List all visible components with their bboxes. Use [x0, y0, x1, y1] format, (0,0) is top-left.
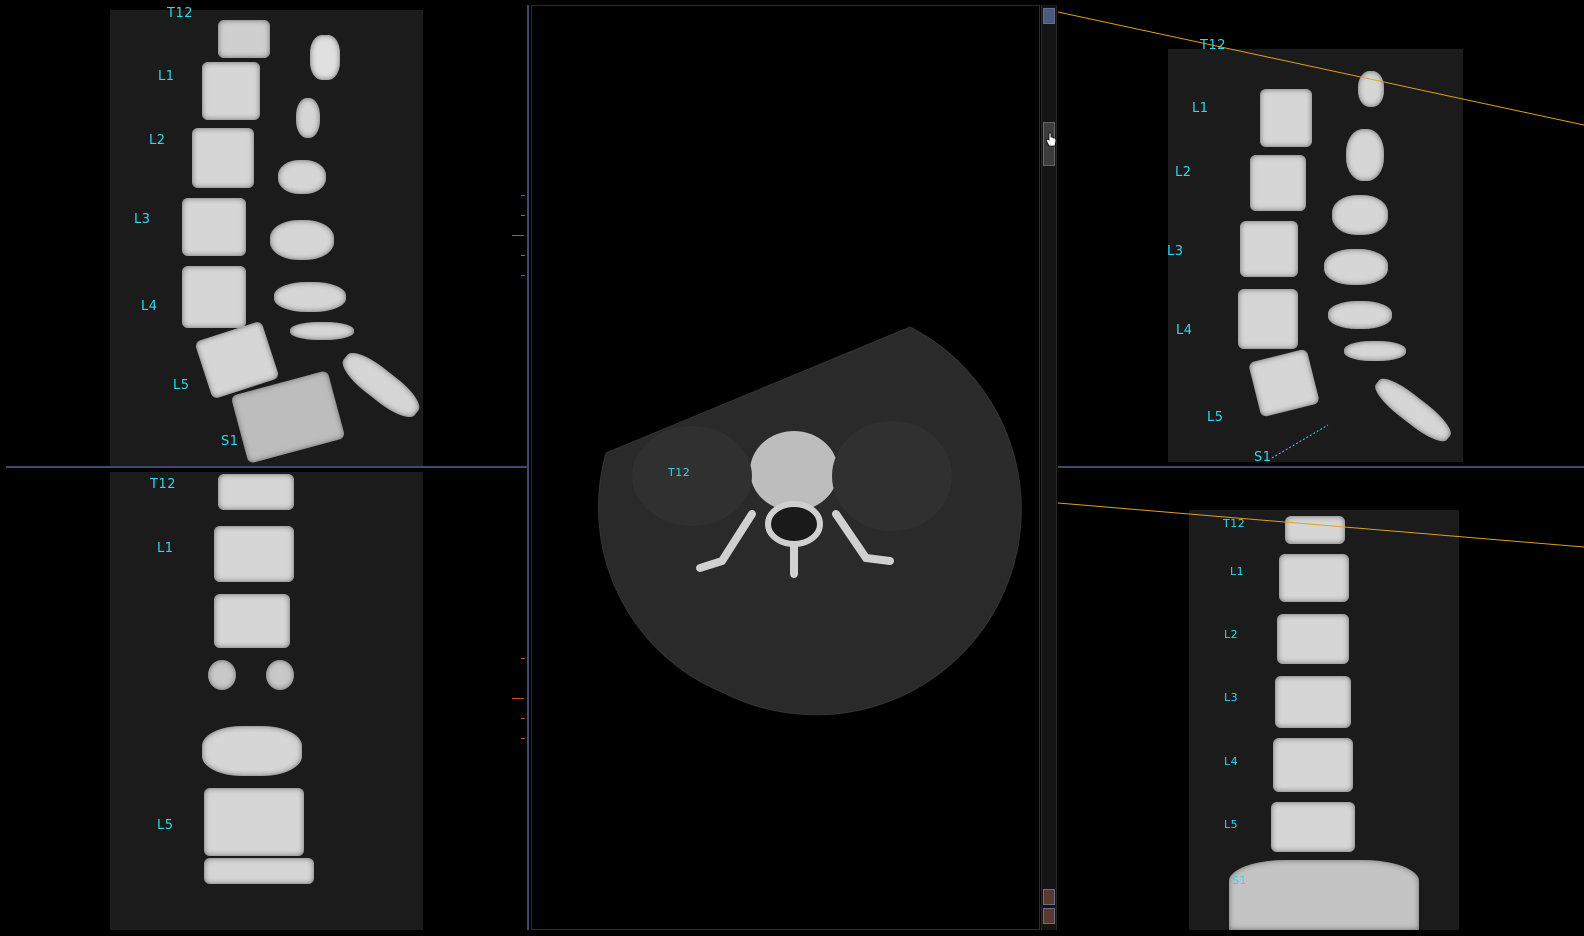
scale-tick [521, 275, 525, 276]
pane-divider[interactable] [527, 5, 529, 930]
vertebra-label-t12: T12 [1200, 38, 1226, 53]
vertebra-label-l4: L4 [141, 299, 158, 314]
viewport-coronal-left[interactable]: T12 L1 L5 [6, 468, 527, 930]
vertebra-label-s1: S1 [1254, 450, 1272, 465]
series-scrollbar[interactable] [1041, 5, 1057, 930]
reference-line [1058, 502, 1584, 548]
vertebra-label-t12: T12 [150, 477, 176, 492]
scale-tick [521, 658, 525, 659]
reference-line [1058, 11, 1584, 459]
scale-tick [512, 235, 524, 236]
scale-tick [521, 738, 525, 739]
scale-tick [512, 698, 524, 699]
vertebra-label-t12: T12 [668, 466, 691, 479]
vertebra-label-l5: L5 [1207, 410, 1224, 425]
vertebra-label-l4: L4 [1224, 755, 1239, 768]
scroll-up-down-icon[interactable] [1043, 8, 1055, 24]
viewport-sagittal-left[interactable]: T12 L1 L2 L3 L4 L5 S1 [6, 5, 527, 466]
ct-image-sagittal [110, 10, 426, 466]
vertebra-label-s1: S1 [1232, 874, 1247, 887]
vertebra-label-s1: S1 [221, 434, 239, 449]
scale-tick [521, 195, 525, 196]
vertebra-label-t12: T12 [167, 6, 193, 21]
vertebra-label-l2: L2 [1175, 165, 1192, 180]
vertebra-label-l5: L5 [157, 818, 174, 833]
vertebra-label-l1: L1 [1192, 101, 1209, 116]
vertebra-label-l3: L3 [134, 212, 151, 227]
hand-cursor-icon [1045, 132, 1057, 147]
vertebra-label-l5: L5 [1224, 818, 1239, 831]
vertebra-label-l5: L5 [173, 378, 190, 393]
scale-tick [521, 255, 525, 256]
layout-alt-icon[interactable] [1043, 908, 1055, 924]
layout-icon[interactable] [1043, 889, 1055, 905]
vertebra-label-l2: L2 [1224, 628, 1239, 641]
ct-image-axial [598, 326, 1022, 716]
vertebra-label-l4: L4 [1176, 323, 1193, 338]
viewport-coronal-right[interactable]: T12 L1 L2 L3 L4 L5 S1 [1058, 468, 1584, 930]
vertebra-label-l1: L1 [158, 69, 175, 84]
viewport-sagittal-right[interactable]: T12 L1 L2 L3 L4 L5 S1 [1058, 5, 1584, 466]
vertebra-label-t12: T12 [1223, 517, 1246, 530]
viewport-axial-center[interactable]: T12 [531, 5, 1040, 930]
scale-tick [521, 718, 525, 719]
vertebra-label-l1: L1 [157, 541, 174, 556]
vertebra-label-l3: L3 [1224, 691, 1239, 704]
scale-tick [521, 215, 525, 216]
vertebra-label-l1: L1 [1230, 565, 1245, 578]
vertebra-label-l2: L2 [149, 133, 166, 148]
vertebra-label-l3: L3 [1167, 244, 1184, 259]
